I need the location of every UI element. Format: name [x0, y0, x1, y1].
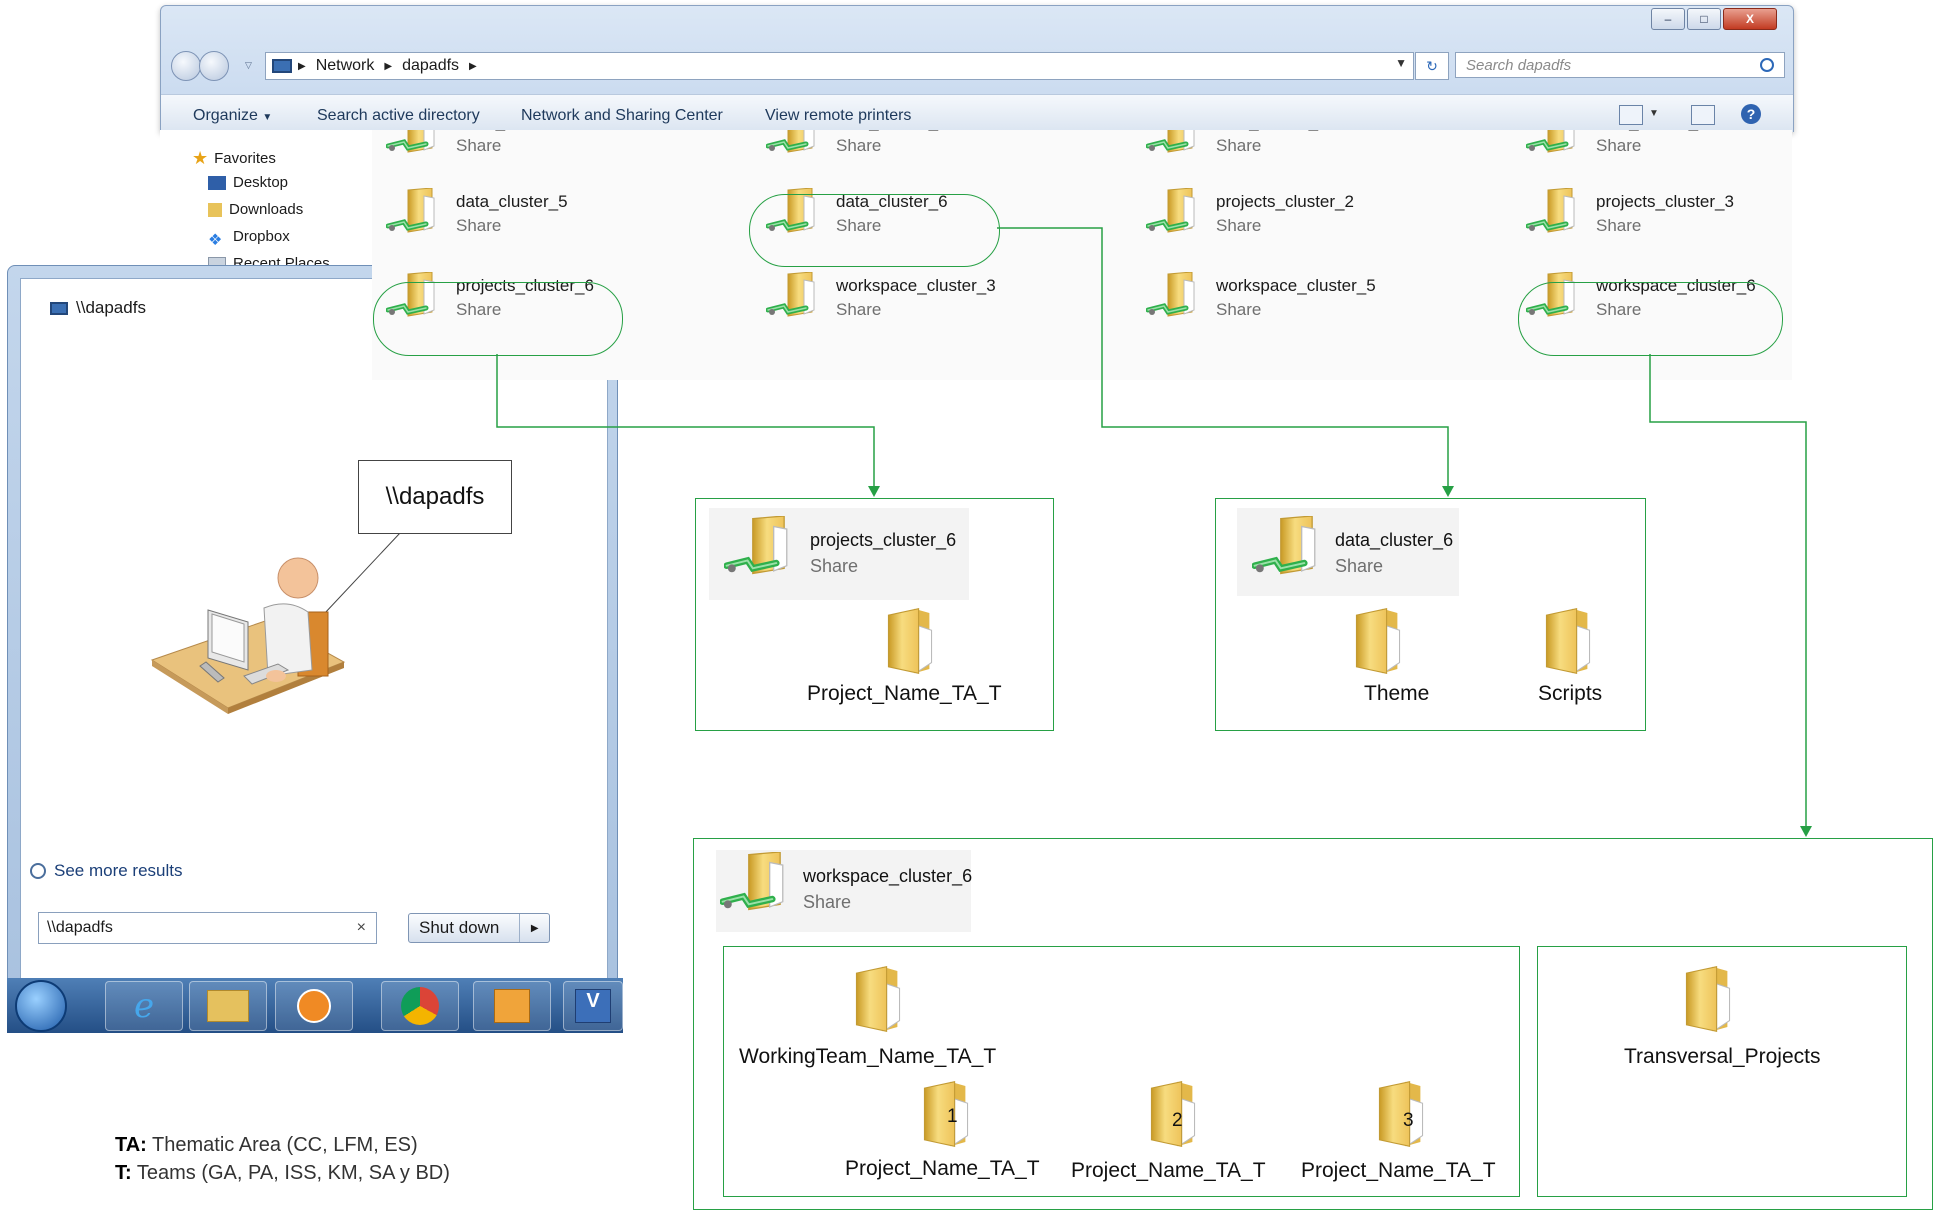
folder-icon: [1373, 1073, 1429, 1155]
folder-label-working-team: WorkingTeam_Name_TA_T: [739, 1045, 997, 1068]
network-share-folder-icon: [720, 852, 788, 920]
project-number-2: 2: [1172, 1110, 1183, 1131]
network-share-folder-icon: [1252, 516, 1320, 584]
folder-label-transversal: Transversal_Projects: [1624, 1045, 1821, 1068]
folder-label-scripts: Scripts: [1538, 682, 1603, 705]
folder-icon: [882, 600, 938, 682]
folder-label-project-2: Project_Name_TA_T: [1071, 1159, 1266, 1182]
network-share-folder-icon: [724, 516, 792, 584]
workspace-share-name: workspace_cluster_6: [803, 866, 973, 886]
folder-icon: [1540, 600, 1596, 682]
folder-icon: [1350, 600, 1406, 682]
folder-icon: [850, 958, 906, 1040]
project-number-3: 3: [1403, 1110, 1414, 1131]
project-number-1: 1: [947, 1106, 958, 1127]
folder-icon: [918, 1073, 974, 1155]
folder-label-project-1: Project_Name_TA_T: [845, 1157, 1040, 1180]
legend-t: T: Teams (GA, PA, ISS, KM, SA y BD): [115, 1162, 450, 1184]
projects-share-name: projects_cluster_6: [810, 530, 957, 550]
folder-label-project-3: Project_Name_TA_T: [1301, 1159, 1496, 1182]
user-at-computer-illustration: [150, 557, 346, 714]
folder-label-project: Project_Name_TA_T: [807, 682, 1002, 705]
data-share-label: Share: [1335, 556, 1384, 576]
data-share-name: data_cluster_6: [1335, 530, 1454, 550]
callout-dapadfs: \\dapadfs: [358, 460, 512, 534]
workspace-share-label: Share: [803, 892, 852, 912]
folder-icon: [1680, 958, 1736, 1040]
projects-share-label: Share: [810, 556, 859, 576]
legend-ta: TA: Thematic Area (CC, LFM, ES): [115, 1134, 418, 1156]
folder-label-theme: Theme: [1364, 682, 1430, 705]
